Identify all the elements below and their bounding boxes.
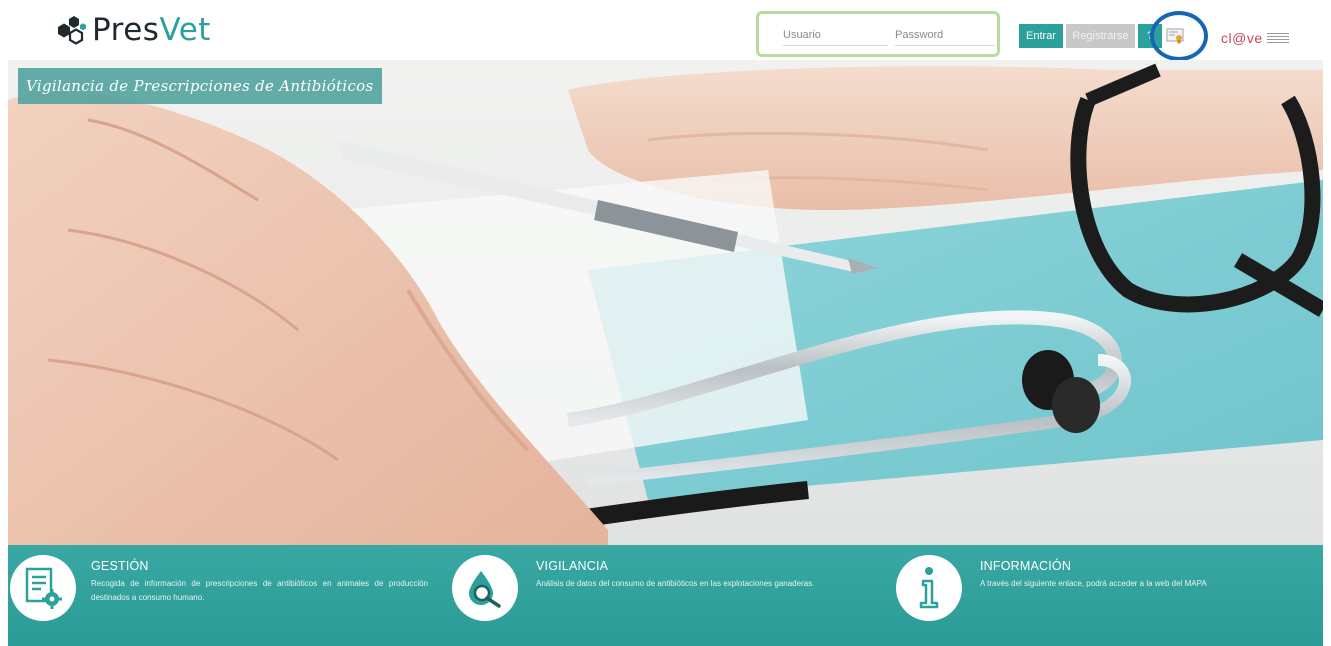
drop-magnifier-icon xyxy=(452,555,518,621)
registrarse-button[interactable]: Registrarse xyxy=(1066,24,1135,48)
site-subtitle: Vigilancia de Prescripciones de Antibiót… xyxy=(18,68,382,104)
info-icon xyxy=(896,555,962,621)
clave-logo-text: cl@ve xyxy=(1221,30,1263,46)
features-bar: GESTIÓN Recogida de información de presc… xyxy=(8,545,1323,646)
logo-text: PresVet xyxy=(92,12,211,48)
feature-informacion[interactable]: INFORMACIÓN A través del siguiente enlac… xyxy=(894,545,1323,646)
feature-title: INFORMACIÓN xyxy=(980,559,1072,573)
presvet-logo[interactable]: PresVet xyxy=(52,10,211,50)
hero-banner xyxy=(8,60,1323,545)
certificate-icon[interactable] xyxy=(1166,27,1184,45)
feature-title: VIGILANCIA xyxy=(536,559,609,573)
feature-description: Análisis de datos del consumo de antibió… xyxy=(536,579,815,588)
clave-logo[interactable]: cl@ve xyxy=(1221,28,1289,48)
document-gear-icon xyxy=(10,555,76,621)
hexagon-logo-icon xyxy=(58,16,86,45)
entrar-button[interactable]: Entrar xyxy=(1019,24,1063,48)
feature-description: A través del siguiente enlace, podrá acc… xyxy=(980,579,1207,588)
doctor-desk-illustration xyxy=(8,63,1323,545)
feature-title: GESTIÓN xyxy=(91,559,149,573)
feature-gestion[interactable]: GESTIÓN Recogida de información de presc… xyxy=(8,545,448,646)
login-form xyxy=(756,11,1000,57)
feature-vigilancia[interactable]: VIGILANCIA Análisis de datos del consumo… xyxy=(450,545,890,646)
header: PresVet Entrar Registrarse ? cl@ve xyxy=(0,0,1331,61)
clave-logo-lines xyxy=(1266,33,1289,43)
password-input[interactable] xyxy=(895,24,995,46)
username-input[interactable] xyxy=(783,24,888,46)
feature-description: Recogida de información de prescripcione… xyxy=(91,579,428,602)
